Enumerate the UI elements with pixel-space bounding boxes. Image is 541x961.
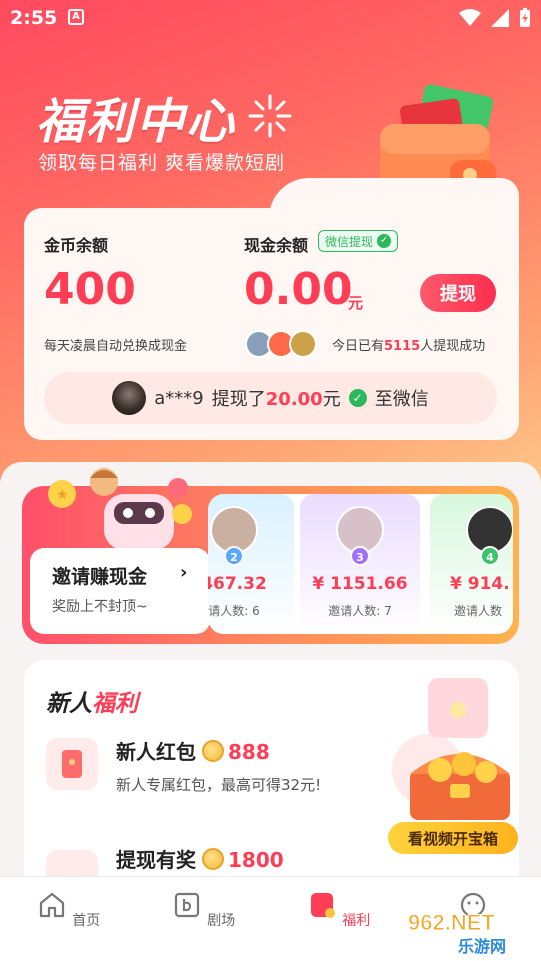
- watermark-text-top: 962.NET: [408, 910, 495, 935]
- withdraw-social-proof: 今日已有5115人提现成功: [332, 335, 485, 354]
- wechat-badge-text: 微信提现: [325, 234, 374, 249]
- invite-title: 邀请赚现金: [52, 562, 148, 589]
- rank-badge: 2: [224, 546, 244, 566]
- red-envelope-icon: [46, 738, 98, 790]
- leaderboard-amount: ¥ 1151.66: [312, 574, 408, 594]
- chevron-right-icon: ›: [180, 562, 188, 583]
- coin-balance-label: 金币余额: [44, 236, 109, 255]
- withdraw-button[interactable]: 提现: [420, 274, 496, 312]
- welfare-icon: [310, 893, 335, 918]
- invite-cta-card[interactable]: 邀请赚现金 › 奖励上不封顶~: [30, 548, 210, 634]
- notification-a-icon: A: [68, 9, 84, 25]
- leaderboard-count: 请人数: 6: [208, 604, 260, 618]
- leaderboard-card[interactable]: 3 ¥ 1151.66 邀请人数: 7: [300, 494, 420, 634]
- ticker-unit: 元: [322, 389, 341, 410]
- rank-badge: 4: [480, 546, 500, 566]
- cash-unit: 元: [348, 294, 364, 312]
- leaderboard-count: 邀请人数: 7: [328, 604, 392, 618]
- card-tab-shape: [269, 178, 519, 238]
- ticker-user: a***9: [154, 387, 204, 409]
- invite-banner[interactable]: ★ 邀请赚现金 › 奖励上不封顶~ 2 467.32 请人数: 6 3 ¥ 11…: [22, 468, 519, 644]
- invite-leaderboard[interactable]: 2 467.32 请人数: 6 3 ¥ 1151.66 邀请人数: 7 4 ¥ …: [208, 494, 513, 634]
- page-title: 福利中心: [36, 94, 237, 150]
- coin-icon: [202, 740, 224, 762]
- check-icon: ✓: [377, 234, 392, 248]
- task-name: 提现有奖 1800: [116, 844, 284, 873]
- status-icons: [459, 8, 531, 28]
- tab-label: 剧场: [207, 913, 236, 929]
- site-watermark-logo: 962.NET 乐游网: [408, 910, 507, 957]
- recent-withdraw-avatars: [245, 330, 317, 358]
- social-count: 5115: [384, 339, 421, 354]
- wechat-withdraw-badge: 微信提现 ✓: [318, 230, 399, 252]
- tab-label: 福利: [342, 913, 371, 929]
- tab-welfare[interactable]: 福利: [298, 889, 378, 930]
- leaderboard-amount: ¥ 914.: [450, 574, 510, 594]
- coin-balance-value: 400: [44, 264, 136, 315]
- social-prefix: 今日已有: [332, 339, 385, 354]
- social-suffix: 人提现成功: [420, 339, 486, 354]
- watermark-text-bottom: 乐游网: [458, 937, 506, 956]
- ticker-text: 提现了20.00元: [212, 385, 341, 411]
- theater-icon: [174, 892, 199, 918]
- tab-theater[interactable]: 剧场: [163, 889, 243, 930]
- home-icon: [39, 892, 64, 918]
- ticker-mid: 提现了: [211, 389, 266, 410]
- withdraw-ticker: a***9 提现了20.00元 ✓ 至微信: [44, 372, 497, 424]
- invite-subtitle: 奖励上不封顶~: [52, 599, 148, 615]
- task-reward: 1800: [228, 848, 284, 872]
- leaderboard-count: 邀请人数: [454, 604, 503, 618]
- coin-exchange-note: 每天凌晨自动兑换成现金: [44, 339, 188, 354]
- ticker-avatar: [112, 381, 147, 415]
- task-reward: 888: [228, 740, 270, 764]
- ticker-suffix: 至微信: [374, 389, 429, 410]
- rank-badge: 3: [350, 546, 370, 566]
- svg-text:★: ★: [56, 487, 69, 503]
- cash-balance-value: 0.00: [244, 264, 353, 315]
- signal-icon: [491, 9, 509, 27]
- ticker-amount: 20.00: [265, 389, 323, 410]
- leaderboard-card[interactable]: 4 ¥ 914. 邀请人数: [430, 494, 513, 634]
- coin-icon: [202, 848, 224, 870]
- tab-home[interactable]: 首页: [28, 889, 108, 930]
- tab-label: 首页: [72, 913, 101, 929]
- cash-balance-label: 现金余额: [244, 236, 309, 255]
- section-title-black: 新人: [46, 691, 92, 717]
- balance-card: 金币余额 400 每天凌晨自动兑换成现金 现金余额 微信提现 ✓ 0.00 元 …: [24, 178, 519, 440]
- avatar: [289, 330, 317, 358]
- status-time: 2:55: [10, 7, 58, 29]
- watch-video-open-chest-button[interactable]: 看视频开宝箱: [388, 822, 518, 854]
- sparkle-icon: [248, 94, 292, 138]
- wifi-icon: [459, 9, 481, 26]
- task-desc: 新人专属红包，最高可得32元!: [116, 776, 322, 794]
- leaderboard-amount: 467.32: [208, 574, 267, 594]
- leaderboard-card[interactable]: 2 467.32 请人数: 6: [208, 494, 294, 634]
- task-title: 新人红包: [116, 740, 196, 764]
- battery-icon: [520, 8, 530, 27]
- section-title: 新人福利: [46, 684, 138, 718]
- task-name: 新人红包 888: [116, 736, 270, 765]
- mascot-icon: ★: [48, 468, 192, 550]
- section-title-red: 福利: [92, 691, 138, 717]
- page-subtitle: 领取每日福利 爽看爆款短剧: [38, 152, 286, 174]
- status-bar: 2:55 A: [0, 0, 541, 36]
- newbie-welfare-card: 新人福利 新人红包 888 新人专属红包，最高可得32元! 提现有奖 1800 看视…: [24, 660, 519, 890]
- task-title: 提现有奖: [116, 848, 196, 872]
- wechat-icon: ✓: [348, 389, 367, 407]
